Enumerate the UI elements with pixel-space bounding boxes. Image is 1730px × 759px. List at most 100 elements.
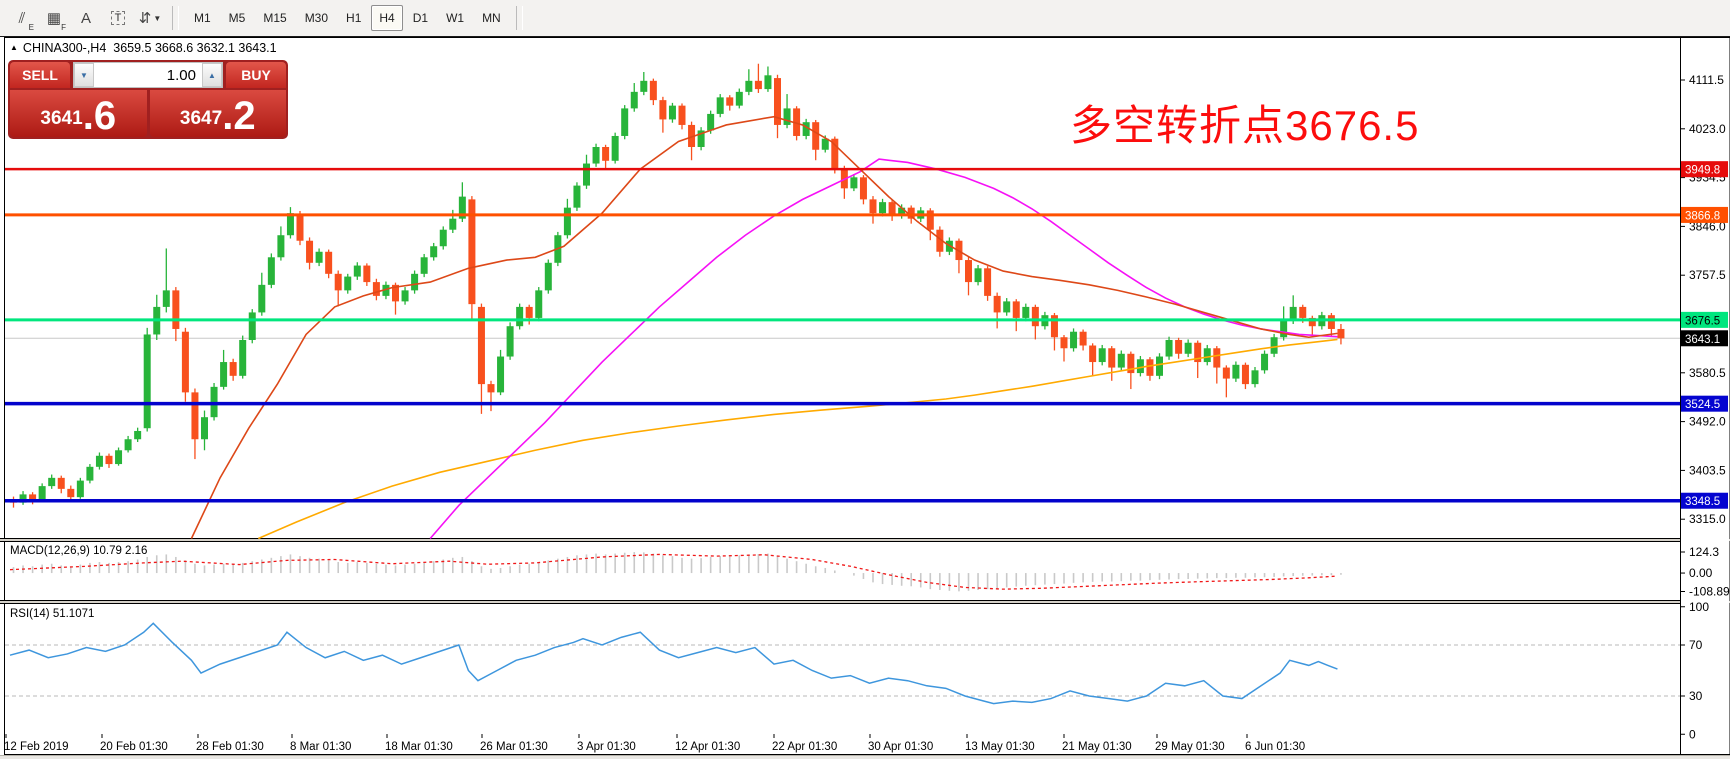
candle-up: [286, 213, 294, 236]
price-axis: 4111.54023.03934.53846.03757.53580.53492…: [1680, 37, 1730, 755]
fibonacci-tool-icon[interactable]: ▦ F: [40, 4, 68, 32]
timeframe-button-w1[interactable]: W1: [438, 5, 472, 31]
time-axis-label: 28 Feb 01:30: [196, 741, 264, 753]
candle-down: [1241, 364, 1249, 385]
candle-up: [315, 251, 323, 263]
candle-up: [592, 146, 600, 164]
candle-up: [1098, 348, 1106, 363]
candle-down: [659, 100, 667, 120]
candle-up: [1022, 306, 1030, 318]
time-axis-label: 22 Apr 01:30: [772, 741, 837, 753]
candle-up: [630, 91, 638, 109]
timeframe-button-m30[interactable]: M30: [297, 5, 336, 31]
candle-down: [172, 290, 180, 329]
candle-up: [449, 218, 457, 230]
candle-up: [239, 339, 247, 376]
candle-up: [134, 430, 142, 440]
candle-down: [602, 146, 610, 161]
candle-down: [105, 455, 113, 465]
candle-up: [124, 439, 132, 451]
candle-up: [115, 450, 123, 465]
time-axis-label: 26 Mar 01:30: [480, 741, 548, 753]
trading-terminal-window: 4111.5 4023.0 3934.5 3846.0 3757.5 3580.5 3492…: [0, 0, 1730, 759]
volume-increase-button[interactable]: ▲: [202, 63, 222, 87]
candle-up: [611, 135, 619, 161]
candle-down: [1222, 367, 1230, 379]
time-axis-label: 13 May 01:30: [965, 741, 1035, 753]
candle-up: [1270, 337, 1278, 354]
axis-tick-label: 0: [1689, 727, 1696, 741]
candle-up: [974, 268, 982, 283]
candle-down: [869, 199, 877, 214]
candle-up: [38, 486, 46, 500]
volume-control: ▼ 1.00 ▲: [73, 62, 223, 88]
candle-up: [344, 276, 352, 291]
symbol-ohlc-values: 3659.5 3668.6 3632.1 3643.1: [113, 41, 277, 55]
candle-down: [649, 80, 657, 101]
candle-up: [563, 207, 571, 236]
candle-up: [1232, 364, 1240, 379]
candle-up: [143, 334, 151, 429]
candle-up: [201, 417, 208, 440]
candle-up: [668, 105, 676, 120]
axis-tick-label: 3315.0: [1689, 512, 1726, 526]
candle-up: [430, 246, 438, 258]
candle-down: [1327, 315, 1335, 329]
candle-up: [783, 108, 791, 125]
sell-price-box[interactable]: 3641 .6: [10, 90, 147, 137]
time-axis-label: 21 May 01:30: [1062, 741, 1132, 753]
candle-up: [1261, 353, 1269, 371]
candle-up: [1070, 331, 1078, 349]
timeframe-button-d1[interactable]: D1: [405, 5, 436, 31]
axis-tick-label: 3580.5: [1689, 366, 1726, 380]
sell-button[interactable]: SELL: [10, 62, 70, 88]
buy-price-main: 3647: [179, 108, 223, 129]
candle-down: [191, 392, 199, 440]
axis-tick-label: 3492.0: [1689, 415, 1726, 429]
text-tool-icon[interactable]: A: [72, 4, 100, 32]
candle-down: [926, 210, 934, 230]
collapse-icon[interactable]: ▲: [10, 43, 18, 52]
candle-down: [67, 488, 75, 498]
volume-decrease-button[interactable]: ▼: [74, 63, 94, 87]
time-axis-label: 20 Feb 01:30: [100, 741, 168, 753]
candle-up: [535, 290, 543, 318]
candle-up: [497, 356, 505, 393]
timeframe-button-m1[interactable]: M1: [186, 5, 219, 31]
time-axis-label: 18 Mar 01:30: [385, 741, 453, 753]
timeframe-button-h1[interactable]: H1: [338, 5, 369, 31]
buy-button[interactable]: BUY: [226, 62, 286, 88]
timeframe-button-m15[interactable]: M15: [255, 5, 294, 31]
candle-down: [1213, 348, 1221, 368]
price-level-label-text: 3348.5: [1685, 496, 1720, 508]
candle-down: [1146, 359, 1154, 376]
candle-up: [1003, 301, 1011, 313]
axis-tick-label: 100: [1689, 600, 1709, 614]
buy-price-box[interactable]: 3647 .2: [149, 90, 286, 137]
volume-input[interactable]: 1.00: [94, 63, 202, 87]
equidistant-channel-tool-icon[interactable]: ⫽ E: [8, 4, 36, 33]
time-axis-label: 29 May 01:30: [1155, 741, 1225, 753]
arrows-tool-icon[interactable]: ⇵ ▼: [136, 4, 164, 32]
candle-down: [1337, 328, 1345, 339]
candle-down: [181, 331, 189, 393]
candle-up: [506, 326, 514, 357]
candle-up: [544, 262, 552, 291]
timeframe-button-m5[interactable]: M5: [221, 5, 254, 31]
axis-tick-label: 4023.0: [1689, 122, 1726, 136]
candle-up: [879, 202, 887, 214]
candle-down: [812, 122, 820, 150]
symbol-header: ▲ CHINA300-,H4 3659.5 3668.6 3632.1 3643.…: [10, 41, 277, 55]
candle-up: [162, 290, 170, 307]
timeframe-button-mn[interactable]: MN: [474, 5, 509, 31]
candle-up: [220, 362, 228, 387]
candle-down: [525, 306, 533, 318]
candle-up: [735, 91, 743, 106]
sell-price-big-digit: .6: [82, 94, 117, 138]
text-label-tool-icon[interactable]: T: [104, 4, 132, 32]
candle-down: [325, 251, 333, 274]
timeframe-button-h4[interactable]: H4: [371, 5, 403, 31]
axis-tick-label: 3757.5: [1689, 268, 1726, 282]
candle-up: [745, 80, 753, 92]
time-axis-label: 12 Apr 01:30: [675, 741, 740, 753]
